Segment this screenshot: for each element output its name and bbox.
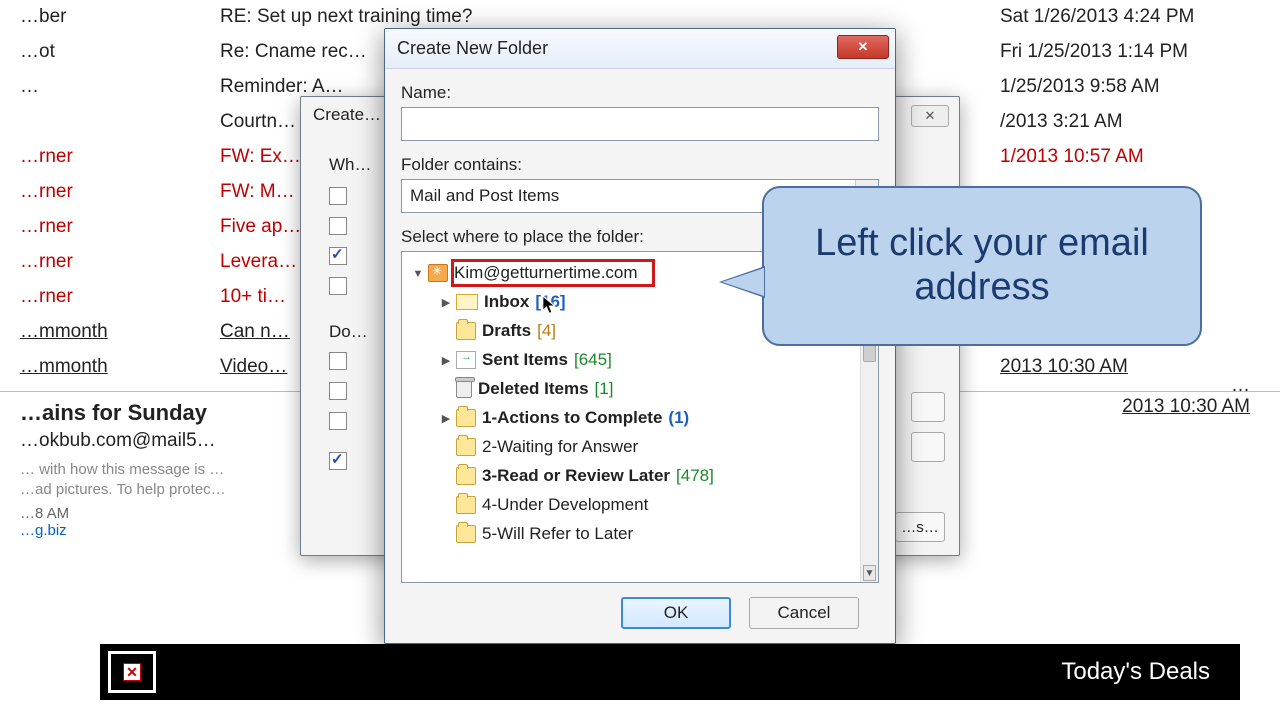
partial-date: …	[1231, 375, 1250, 397]
email-subject: RE: Set up next training time?	[200, 6, 990, 28]
checkbox[interactable]	[329, 352, 347, 370]
partial-date: 2013 10:30 AM	[1122, 396, 1250, 418]
email-from: …rner	[0, 181, 200, 203]
instruction-callout: Left click your email address	[762, 186, 1202, 346]
ok-button[interactable]: OK	[621, 597, 731, 629]
folder-name-input[interactable]	[401, 107, 879, 141]
tree-item[interactable]: 4-Under Development	[402, 490, 878, 519]
item-count: [478]	[676, 466, 714, 486]
close-icon[interactable]: ✕	[911, 105, 949, 127]
tree-label: 2-Waiting for Answer	[482, 437, 638, 457]
folder-icon	[456, 525, 476, 543]
tree-label: Kim@getturnertime.com	[454, 263, 638, 282]
name-label: Name:	[401, 83, 879, 103]
trash-icon	[456, 380, 472, 398]
expander-icon[interactable]	[438, 354, 454, 367]
scroll-down-icon[interactable]: ▼	[863, 565, 876, 581]
tree-item[interactable]: 5-Will Refer to Later	[402, 519, 878, 548]
close-button[interactable]: ✕	[837, 35, 889, 59]
sent-icon	[456, 351, 476, 369]
tree-item[interactable]: 2-Waiting for Answer	[402, 432, 878, 461]
behind-where-label: Wh…	[329, 155, 372, 175]
root-icon	[428, 264, 448, 282]
cancel-button[interactable]: Cancel	[749, 597, 859, 629]
tree-item[interactable]: Deleted Items [1]	[402, 374, 878, 403]
item-count: (1)	[668, 408, 689, 428]
item-count: [1]	[595, 379, 614, 399]
tree-label: Inbox	[484, 292, 529, 312]
behind-button[interactable]	[911, 392, 945, 422]
highlighted-account[interactable]: Kim@getturnertime.com	[451, 259, 655, 287]
email-from: …mmonth	[0, 356, 200, 378]
email-from: …mmonth	[0, 321, 200, 343]
tree-label: 4-Under Development	[482, 495, 648, 515]
contains-label: Folder contains:	[401, 155, 879, 175]
behind-do-label: Do…	[329, 322, 368, 342]
item-count: [16]	[535, 292, 565, 312]
mail-icon	[456, 294, 478, 310]
checkbox[interactable]	[329, 382, 347, 400]
callout-tail	[722, 268, 764, 296]
behind-options-button[interactable]: …s…	[895, 512, 945, 542]
behind-dialog-title: Create…	[313, 105, 381, 125]
email-from: …ber	[0, 6, 200, 28]
email-from: …rner	[0, 286, 200, 308]
tree-label: 1-Actions to Complete	[482, 408, 662, 428]
tree-label: 3-Read or Review Later	[482, 466, 670, 486]
email-date: Sat 1/26/2013 4:24 PM	[990, 6, 1280, 28]
tree-item[interactable]: 3-Read or Review Later [478]	[402, 461, 878, 490]
email-date: 1/25/2013 9:58 AM	[990, 76, 1280, 98]
tree-item[interactable]: 1-Actions to Complete (1)	[402, 403, 878, 432]
tree-label: Sent Items	[482, 350, 568, 370]
checkbox[interactable]	[329, 187, 347, 205]
email-date: /2013 3:21 AM	[990, 111, 1280, 133]
folder-icon	[456, 409, 476, 427]
tree-label: 5-Will Refer to Later	[482, 524, 633, 544]
expander-icon[interactable]	[410, 268, 426, 280]
email-date: Fri 1/25/2013 1:14 PM	[990, 41, 1280, 63]
checkbox[interactable]	[329, 277, 347, 295]
behind-button[interactable]	[911, 432, 945, 462]
folder-icon	[456, 467, 476, 485]
checkbox[interactable]	[329, 217, 347, 235]
folder-icon	[456, 322, 476, 340]
email-date: 1/2013 10:57 AM	[990, 146, 1280, 168]
preview-infobar: … with how this message is ……ad pictures…	[0, 452, 300, 499]
checkbox-checked[interactable]	[329, 452, 347, 470]
dialog-title: Create New Folder	[397, 38, 548, 59]
dialog-titlebar[interactable]: Create New Folder ✕	[385, 29, 895, 69]
broken-image-icon: ✕	[108, 651, 156, 693]
expander-icon[interactable]	[438, 296, 454, 309]
checkbox-checked[interactable]	[329, 247, 347, 265]
email-from: …rner	[0, 251, 200, 273]
email-from: …rner	[0, 216, 200, 238]
folder-icon	[456, 438, 476, 456]
tree-item[interactable]: Sent Items [645]	[402, 345, 878, 374]
email-from: …rner	[0, 146, 200, 168]
ad-banner: ✕ Today's Deals	[100, 644, 1240, 700]
email-from	[0, 111, 200, 133]
banner-text: Today's Deals	[1061, 658, 1210, 686]
item-count: [4]	[537, 321, 556, 341]
tree-label: Drafts	[482, 321, 531, 341]
combo-value: Mail and Post Items	[410, 186, 559, 206]
email-from: …ot	[0, 41, 200, 63]
tree-label: Deleted Items	[478, 379, 589, 399]
expander-icon[interactable]	[438, 412, 454, 425]
folder-icon	[456, 496, 476, 514]
checkbox[interactable]	[329, 412, 347, 430]
item-count: [645]	[574, 350, 612, 370]
email-from: …	[0, 76, 200, 98]
